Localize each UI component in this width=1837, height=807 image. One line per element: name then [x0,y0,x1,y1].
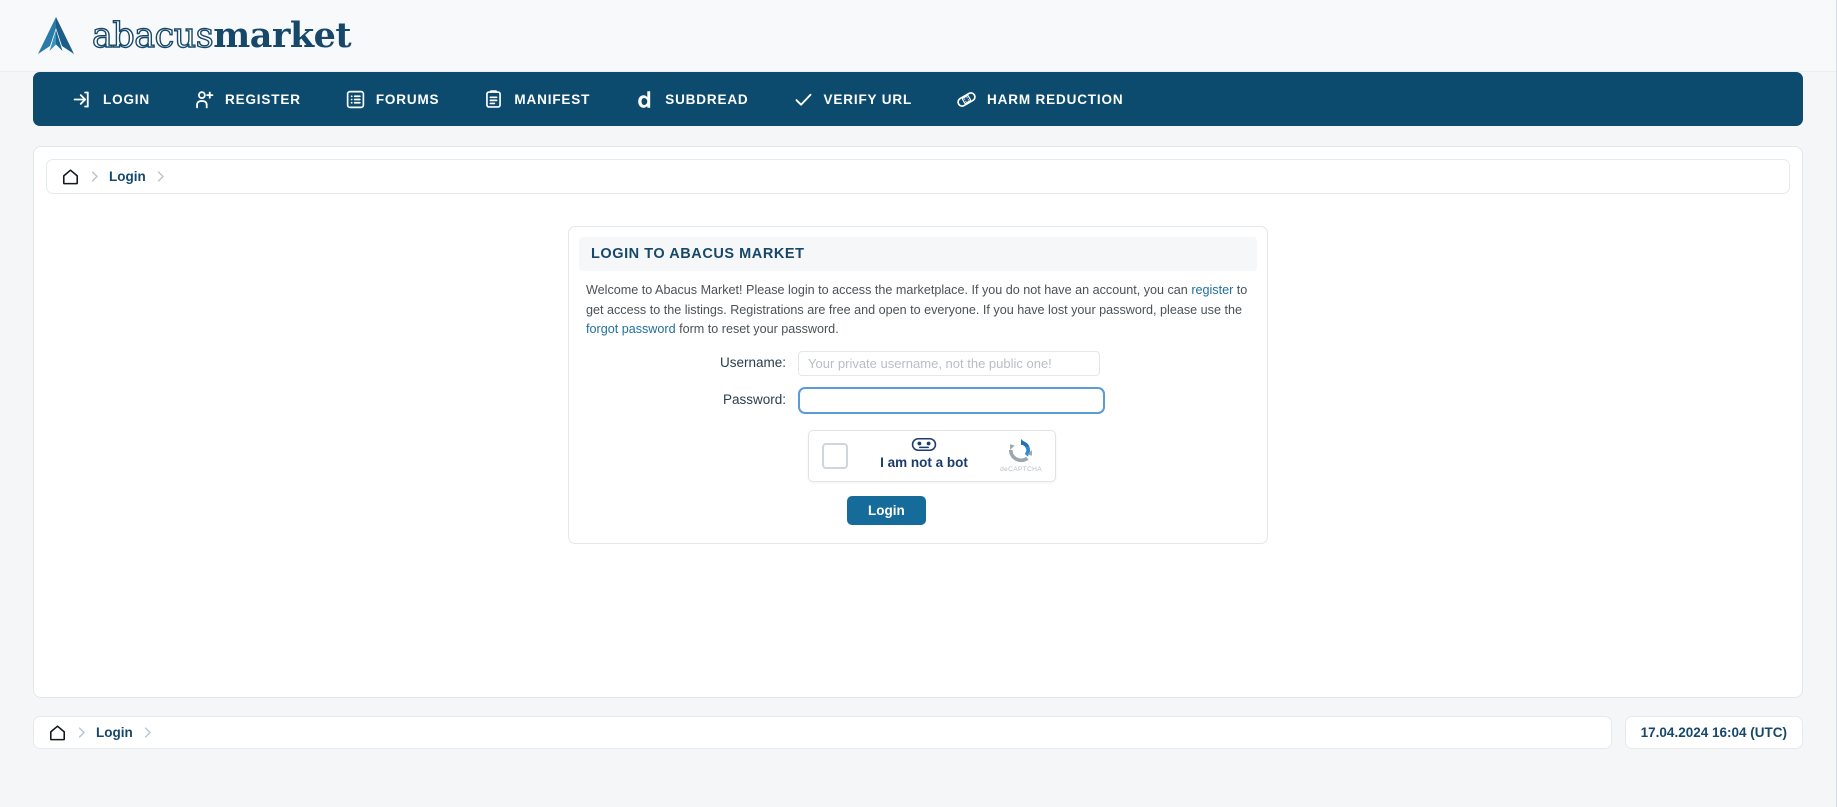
login-submit-button[interactable]: Login [847,495,926,525]
login-arrow-icon [72,89,93,110]
nav-label-register: REGISTER [225,91,301,107]
password-label: Password: [722,391,786,407]
footer-breadcrumb-item-login[interactable]: Login [96,725,133,740]
captcha-brand-label: deCAPTCHA [1000,466,1042,474]
chevron-right-icon-footer-trailing [133,725,162,740]
page-root: abacusmarket LOGIN REGISTER FORUMS MANIF… [0,0,1837,807]
footer-timestamp: 17.04.2024 16:04 (UTC) [1624,716,1803,749]
logo-text-light: abacus [91,15,214,56]
username-input[interactable] [798,350,1100,376]
nav-label-subdread: SUBDREAD [665,91,749,107]
breadcrumb: Login [46,159,1790,194]
login-card-heading: LOGIN TO ABACUS MARKET [579,237,1257,271]
nav-item-harm-reduction[interactable]: HARM REDUCTION [934,72,1145,126]
nav-item-register[interactable]: REGISTER [172,72,323,126]
nav-label-harm-reduction: HARM REDUCTION [987,91,1124,107]
check-icon [793,89,814,110]
nav-item-forums[interactable]: FORUMS [323,72,462,126]
chevron-right-icon-trailing [146,169,175,184]
captcha-widget[interactable]: I am not a bot deCAPTCHA [808,429,1056,482]
username-row: Username: [586,350,1250,376]
list-icon [345,89,366,110]
login-card: LOGIN TO ABACUS MARKET Welcome to Abacus… [568,226,1268,544]
forgot-password-link[interactable]: forgot password [586,322,676,336]
chevron-right-icon [80,169,109,184]
login-intro-text: Welcome to Abacus Market! Please login t… [586,281,1250,340]
nav-label-verify-url: VERIFY URL [823,91,913,107]
nav-label-forums: FORUMS [375,91,440,107]
captcha-label-group: I am not a bot [861,437,987,474]
login-card-body: Welcome to Abacus Market! Please login t… [579,271,1257,525]
bandage-icon [956,89,977,110]
password-input[interactable] [798,386,1105,414]
abacus-triangle-logo-icon [34,14,78,58]
user-plus-icon [194,89,215,110]
nav-item-subdread[interactable]: SUBDREAD [612,72,770,126]
register-link[interactable]: register [1191,283,1233,297]
robot-face-icon [911,437,937,452]
home-icon[interactable] [61,167,80,186]
password-row: Password: [586,386,1250,414]
breadcrumb-item-login[interactable]: Login [109,169,146,184]
nav-item-verify-url[interactable]: VERIFY URL [771,72,935,126]
site-header: abacusmarket [0,0,1836,72]
captcha-brand: deCAPTCHA [1000,436,1042,475]
submit-row: Login [586,495,1250,525]
intro-text-part3: form to reset your password. [675,322,839,337]
site-logo[interactable]: abacusmarket [34,14,352,58]
home-icon-footer[interactable] [48,723,67,742]
recaptcha-refresh-icon [1007,436,1035,464]
intro-text-part1: Welcome to Abacus Market! Please login t… [586,283,1192,297]
main-navigation: LOGIN REGISTER FORUMS MANIFEST SUBDREAD … [33,72,1803,126]
chevron-right-icon-footer [67,725,96,740]
clipboard-icon [483,89,504,110]
nav-label-manifest: MANIFEST [514,91,591,107]
nav-label-login: LOGIN [103,91,150,107]
captcha-checkbox[interactable] [822,442,848,469]
dread-d-icon [634,89,655,110]
site-footer: Login 17.04.2024 16:04 (UTC) [33,716,1803,749]
footer-breadcrumb: Login [33,716,1612,749]
logo-text-bold: market [213,14,352,56]
main-panel: Login LOGIN TO ABACUS MARKET Welcome to … [33,146,1803,698]
nav-item-login[interactable]: LOGIN [50,72,172,126]
nav-item-manifest[interactable]: MANIFEST [461,72,612,126]
captcha-label: I am not a bot [880,455,968,471]
username-label: Username: [719,354,786,370]
captcha-row: I am not a bot deCAPTCHA [586,429,1250,482]
